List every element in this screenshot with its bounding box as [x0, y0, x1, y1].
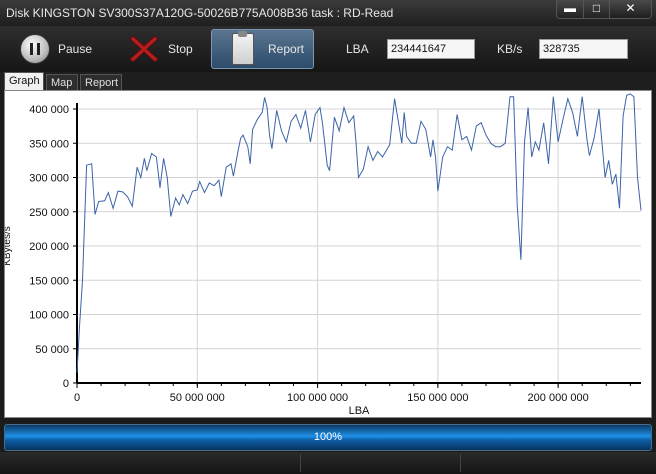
window-controls: ▬ □ ✕: [556, 0, 652, 19]
x-axis-label: LBA: [349, 405, 370, 417]
x-tick-label: 0: [74, 392, 80, 404]
y-tick-label: 0: [63, 378, 69, 390]
graph-panel: 0 50 000 100 000 150 000 200 000 250 000 300 0…: [4, 90, 652, 418]
minimize-button[interactable]: ▬: [557, 0, 583, 18]
y-tick-label: 400 000: [29, 104, 69, 116]
y-tick-label: 150 000: [29, 275, 69, 287]
y-tick-label: 200 000: [29, 241, 69, 253]
status-bar: [0, 452, 656, 474]
y-tick-label: 250 000: [29, 207, 69, 219]
stop-label: Stop: [168, 42, 193, 56]
y-axis-label: KBytes/s: [5, 226, 13, 265]
x-tick-label: 100 000 000: [287, 392, 348, 404]
maximize-button[interactable]: □: [583, 0, 609, 18]
title-bar: Disk KINGSTON SV300S37A120G-50026B775A00…: [0, 0, 656, 26]
kbs-label: KB/s: [497, 42, 523, 56]
status-separator: [460, 454, 461, 472]
stop-icon: [129, 35, 159, 63]
speed-chart: 0 50 000 100 000 150 000 200 000 250 000 300 0…: [5, 93, 642, 417]
y-tick-label: 50 000: [35, 344, 69, 356]
progress-bar: 100%: [4, 424, 652, 451]
tab-bar: Graph Map Report: [0, 72, 656, 90]
pause-icon: [20, 34, 50, 64]
pause-label: Pause: [58, 42, 93, 56]
close-button[interactable]: ✕: [609, 0, 651, 18]
progress-text: 100%: [313, 431, 343, 443]
lba-label: LBA: [346, 42, 369, 56]
x-tick-label: 200 000 000: [528, 392, 589, 404]
tab-report[interactable]: Report: [80, 74, 122, 90]
series-line: [76, 93, 642, 373]
window-title: Disk KINGSTON SV300S37A120G-50026B775A00…: [6, 6, 394, 20]
status-separator: [300, 454, 301, 472]
pause-button[interactable]: Pause: [20, 29, 104, 69]
tab-map[interactable]: Map: [46, 74, 78, 90]
tab-graph[interactable]: Graph: [4, 72, 44, 90]
x-tick-label: 50 000 000: [170, 392, 225, 404]
stop-button[interactable]: Stop: [128, 29, 208, 69]
lba-field[interactable]: 234441647: [387, 39, 475, 59]
kbs-field[interactable]: 328735: [539, 39, 628, 59]
clipboard-icon: [232, 31, 254, 65]
y-tick-label: 300 000: [29, 173, 69, 185]
x-tick-label: 150 000 000: [407, 392, 468, 404]
report-button[interactable]: Report: [211, 29, 314, 69]
report-label: Report: [268, 42, 305, 56]
y-tick-label: 350 000: [29, 138, 69, 150]
y-tick-label: 100 000: [29, 310, 69, 322]
